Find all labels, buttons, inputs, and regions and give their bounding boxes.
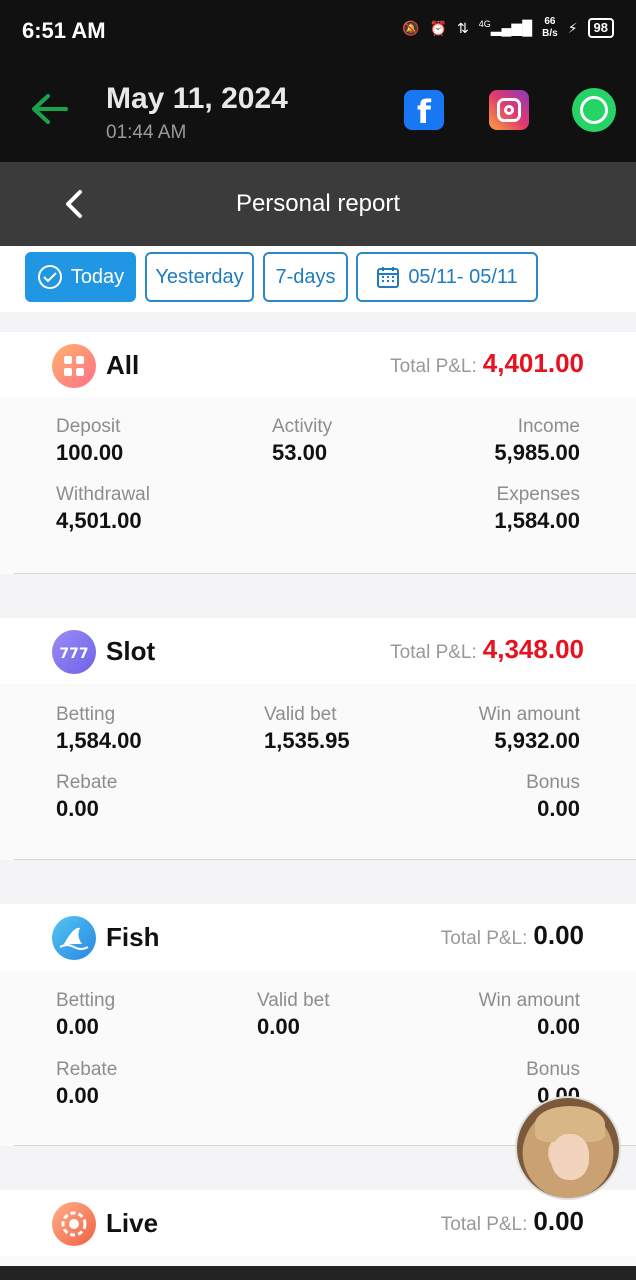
calendar-icon [377,267,400,288]
category-name: Live [106,1208,159,1238]
summary-card-slot: 777 Slot Total P&L: 4,348.00 Betting 1,584… [0,618,636,860]
whatsapp-icon[interactable] [572,88,616,132]
total-pl-value: 4,401.00 [482,348,584,378]
grid-icon [52,344,96,388]
total-pl: Total P&L: 4,348.00 [390,634,584,664]
divider [14,573,636,574]
rebate-stat: Rebate 0.00 [56,1059,118,1108]
summary-card-live: Live Total P&L: 0.00 [0,1190,636,1266]
floating-support-avatar[interactable] [515,1096,621,1200]
withdrawal-stat: Withdrawal 4,501.00 [56,484,150,533]
filter-today-button[interactable]: Today [25,252,136,302]
category-name: Slot [106,636,156,666]
expenses-stat: Expenses 1,584.00 [494,484,580,533]
title-bar: Personal report [0,162,636,246]
win-amount-stat: Win amount 5,932.00 [478,704,580,753]
date-range-picker[interactable]: 05/11- 05/11 [356,252,538,302]
status-icons: 🔕 ⏰ ⇅ 4G▂▄▆█ 66 B/s ⚡ 98 [402,16,614,40]
slot-777-icon: 777 [52,630,96,674]
total-pl-value: 0.00 [533,1206,584,1236]
valid-bet-stat: Valid bet 0.00 [257,990,330,1039]
rebate-stat: Rebate 0.00 [56,772,118,821]
page-title: Personal report [235,190,401,217]
svg-text:777: 777 [59,646,88,662]
category-name: Fish [106,922,160,952]
win-amount-stat: Win amount 0.00 [478,990,580,1039]
alarm-icon: ⏰ [429,19,447,36]
activity-stat: Activity 53.00 [272,416,333,465]
status-bar: 6:51 AM 🔕 ⏰ ⇅ 4G▂▄▆█ 66 B/s ⚡ 98 [0,0,636,64]
app-header: May 11, 2024 01:44 AM f [0,64,636,162]
income-stat: Income 5,985.00 [494,416,580,465]
charging-icon: ⚡ [567,19,578,36]
network-speed: 66 B/s [542,16,558,39]
header-date: May 11, 2024 [106,82,288,115]
card-header: 777 Slot Total P&L: 4,348.00 [0,618,636,684]
total-pl-value: 0.00 [533,920,584,950]
date-filter-bar: Today Yesterday 7-days 05/11- 05/11 [0,246,636,312]
poker-chip-icon [52,1202,96,1246]
total-pl-value: 4,348.00 [482,634,584,664]
back-arrow-icon[interactable] [28,88,70,130]
battery-icon: 98 [587,18,614,38]
summary-card-all: All Total P&L: 4,401.00 Deposit 100.00 Act… [0,332,636,574]
mute-icon: 🔕 [402,19,420,36]
data-transfer-icon: ⇅ [457,19,469,36]
total-pl: Total P&L: 4,401.00 [390,348,584,378]
facebook-icon[interactable]: f [404,90,444,131]
header-time: 01:44 AM [106,122,187,143]
card-header: Live Total P&L: 0.00 [0,1190,636,1256]
total-pl: Total P&L: 0.00 [440,920,584,950]
total-pl: Total P&L: 0.00 [440,1206,584,1236]
filter-7days-button[interactable]: 7-days [263,252,348,302]
clock: 6:51 AM [22,18,106,43]
valid-bet-stat: Valid bet 1,535.95 [264,704,350,753]
betting-stat: Betting 1,584.00 [56,704,142,753]
card-header: All Total P&L: 4,401.00 [0,332,636,398]
shark-fin-icon [52,916,96,960]
deposit-stat: Deposit 100.00 [56,416,124,465]
signal-icon: 4G▂▄▆█ [478,19,533,36]
check-circle-icon [37,265,62,289]
instagram-icon[interactable] [489,90,529,130]
bonus-stat: Bonus 0.00 [526,772,580,821]
category-name: All [106,350,140,380]
divider [14,859,636,860]
betting-stat: Betting 0.00 [56,990,116,1039]
filter-yesterday-button[interactable]: Yesterday [145,252,254,302]
navigation-bar [0,1266,636,1280]
card-header: Fish Total P&L: 0.00 [0,904,636,970]
